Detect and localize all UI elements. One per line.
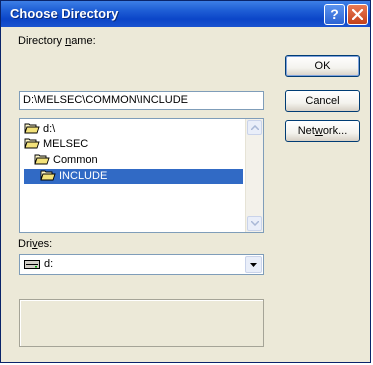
drives-label: Drives: bbox=[18, 238, 53, 250]
scroll-up-button[interactable] bbox=[247, 120, 262, 135]
help-button[interactable]: ? bbox=[324, 4, 345, 25]
drive-icon bbox=[24, 260, 40, 269]
directory-tree-list[interactable]: d:\ MELSEC Common INCLUDE bbox=[19, 118, 264, 233]
open-folder-icon bbox=[24, 123, 40, 134]
tree-item-d-root[interactable]: d:\ bbox=[24, 122, 58, 137]
cancel-button[interactable]: Cancel bbox=[285, 90, 360, 112]
open-folder-icon bbox=[24, 138, 40, 149]
tree-item-include[interactable]: INCLUDE bbox=[24, 169, 243, 184]
directory-path-value: D:\MELSEC\COMMON\INCLUDE bbox=[23, 94, 189, 106]
close-icon bbox=[352, 9, 363, 20]
chevron-up-icon bbox=[251, 125, 259, 130]
tree-item-common[interactable]: Common bbox=[34, 153, 101, 168]
info-panel bbox=[19, 299, 264, 347]
drives-dropdown-button[interactable] bbox=[245, 256, 262, 273]
close-button[interactable] bbox=[347, 4, 368, 25]
title-bar[interactable]: Choose Directory ? bbox=[1, 1, 370, 27]
dropdown-arrow-icon bbox=[250, 263, 257, 267]
scroll-down-button[interactable] bbox=[247, 216, 262, 231]
open-folder-icon bbox=[40, 170, 56, 181]
drives-dropdown[interactable]: d: bbox=[19, 254, 264, 275]
tree-scrollbar[interactable] bbox=[245, 119, 263, 232]
drives-selected-value: d: bbox=[44, 258, 54, 270]
open-folder-icon bbox=[34, 154, 50, 165]
directory-path-field[interactable]: D:\MELSEC\COMMON\INCLUDE bbox=[19, 91, 264, 110]
choose-directory-dialog: Choose Directory ? Directory name: D:\ME… bbox=[0, 0, 371, 363]
chevron-down-icon bbox=[251, 221, 259, 226]
tree-item-melsec[interactable]: MELSEC bbox=[24, 137, 91, 152]
directory-name-label: Directory name: bbox=[18, 35, 96, 47]
dialog-title: Choose Directory bbox=[10, 6, 119, 21]
ok-button[interactable]: OK bbox=[285, 55, 360, 77]
question-mark-icon: ? bbox=[330, 6, 339, 22]
network-button[interactable]: Network... bbox=[285, 120, 360, 142]
